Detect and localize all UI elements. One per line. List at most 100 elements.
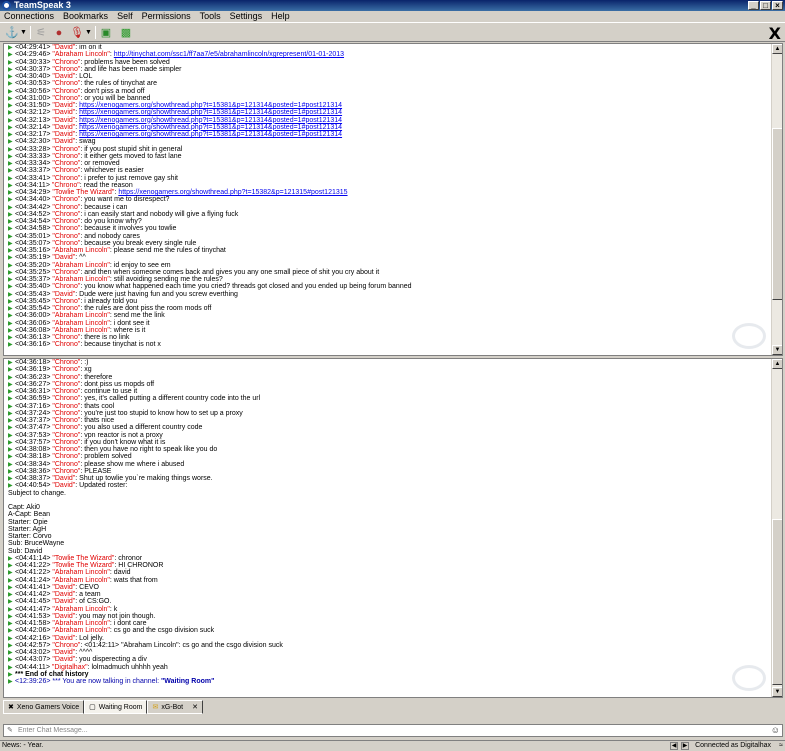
message-text: : swag <box>75 138 96 146</box>
timestamp: <04:38:37> <box>15 475 51 482</box>
message-text: : don't piss a mod off <box>80 87 145 95</box>
nickname: "Chrono" <box>52 453 81 461</box>
nickname: "David" <box>52 475 76 482</box>
message-link[interactable]: https://xenogamers.org/showthread.php?t=… <box>79 109 342 116</box>
message-link[interactable]: https://xenogamers.org/showthread.php?t=… <box>79 102 342 109</box>
timestamp: <04:29:41> <box>15 44 51 51</box>
mute-dropdown-icon[interactable]: ▼ <box>85 25 92 40</box>
chat-line: ▶ <04:33:37> "Chrono": whichever is easie… <box>8 167 771 174</box>
connect-icon[interactable]: ⚓ <box>4 25 20 40</box>
timestamp: <04:33:33> <box>15 152 51 160</box>
menu-self[interactable]: Self <box>113 11 138 22</box>
chat-input[interactable]: ✎ Enter Chat Message... ☺ <box>3 724 783 737</box>
timestamp: <04:35:54> <box>15 305 51 312</box>
close-button[interactable]: × <box>772 1 783 10</box>
message-text: : PLEASE <box>80 467 112 475</box>
message-link[interactable]: http://tinychat.com/ssc1/ff7aa7/e5/abrah… <box>114 51 344 58</box>
scroll-thumb[interactable] <box>772 519 782 685</box>
maximize-button[interactable]: □ <box>760 1 771 10</box>
chat-line: ▶ <04:41:24> "Abraham Lincoln": wats that… <box>8 577 771 584</box>
nickname: "Chrono" <box>52 359 81 366</box>
chat-line: Starter: Corvo <box>8 533 771 540</box>
tab-channel[interactable]: ▢ Waiting Room <box>84 700 148 714</box>
channel-settings-icon[interactable]: ▣ <box>98 25 114 40</box>
chat-line: A-Capt: Bean <box>8 511 771 518</box>
nickname: "Chrono" <box>52 334 81 341</box>
chat-line: ▶ <04:37:47> "Chrono": you also used a di… <box>8 424 771 431</box>
message-text: : Updated roster: <box>75 482 128 490</box>
chat-line: ▶ <04:37:57> "Chrono": if you don't know … <box>8 439 771 446</box>
scroll-thumb[interactable] <box>772 128 782 300</box>
timestamp: <04:34:40> <box>15 196 51 204</box>
scroll-up-icon[interactable]: ▲ <box>772 44 782 54</box>
timestamp: <04:35:07> <box>15 239 51 247</box>
emoticon-icon[interactable]: ☺ <box>771 725 780 736</box>
timestamp: <04:37:57> <box>15 438 51 446</box>
message-text: : dont piss us mopds off <box>80 380 155 388</box>
scroll-down-icon[interactable]: ▼ <box>772 345 782 355</box>
connect-dropdown-icon[interactable]: ▼ <box>20 25 27 40</box>
message-text: : if you don't know what it is <box>80 438 166 446</box>
menu-connections[interactable]: Connections <box>0 11 59 22</box>
message-text: : and nobody cares <box>80 232 140 240</box>
timestamp: <04:36:19> <box>15 366 51 374</box>
message-text: : Dude were just having fun and you scre… <box>75 290 238 298</box>
scroll-up-icon[interactable]: ▲ <box>772 359 782 369</box>
chat-line: ▶ <04:30:37> "Chrono": and life has been … <box>8 66 771 73</box>
timestamp: <04:36:16> <box>15 341 51 349</box>
message-text: : still avoiding sending me the rules? <box>109 276 223 283</box>
tab-label: xG-Bot <box>161 703 184 711</box>
chat-line: ▶ *** End of chat history <box>8 671 771 678</box>
scroll-down-icon[interactable]: ▼ <box>772 687 782 697</box>
timestamp: <04:41:24> <box>15 576 51 584</box>
menu-help[interactable]: Help <box>267 11 295 22</box>
timestamp: <04:36:18> <box>15 359 51 366</box>
timestamp: <04:37:53> <box>15 431 51 439</box>
tab-private-chat[interactable]: ✉ xG-Bot ✕ <box>147 700 204 714</box>
nickname: "Chrono" <box>52 283 81 291</box>
nickname: "Abraham Lincoln" <box>52 576 110 584</box>
disconnect-icon[interactable]: ⚟ <box>33 25 49 40</box>
menu-bookmarks[interactable]: Bookmarks <box>59 11 113 22</box>
message-link[interactable]: https://xenogamers.org/showthread.php?t=… <box>79 117 342 124</box>
timestamp: <04:32:12> <box>15 109 51 117</box>
nickname: "Abraham Lincoln" <box>52 261 110 269</box>
nickname: "Chrono" <box>52 203 81 211</box>
mute-microphone-icon[interactable]: 🎙 <box>69 25 85 40</box>
message-text: : david <box>109 569 131 577</box>
away-icon[interactable]: ● <box>51 25 67 40</box>
message-link[interactable]: https://xenogamers.org/showthread.php?t=… <box>79 124 342 131</box>
message-link[interactable]: https://xenogamers.org/showthread.php?t=… <box>79 131 342 138</box>
menu-settings[interactable]: Settings <box>226 11 268 22</box>
news-prev-icon[interactable]: ◀ <box>670 742 678 750</box>
timestamp: <04:34:54> <box>15 218 51 225</box>
contacts-icon[interactable]: ▩ <box>118 25 134 40</box>
menu-permissions[interactable]: Permissions <box>138 11 196 22</box>
message-text: : k <box>109 605 118 613</box>
news-next-icon[interactable]: ▶ <box>681 742 689 750</box>
nickname: "David" <box>52 591 76 598</box>
chat-line: ▶ <04:29:41> "David": im on it <box>8 44 771 51</box>
menu-tools[interactable]: Tools <box>196 11 226 22</box>
close-tab-icon[interactable]: ✕ <box>192 703 198 711</box>
timestamp: <04:36:23> <box>15 373 51 381</box>
chat-line: ▶ <04:36:08> "Abraham Lincoln": where is … <box>8 327 771 334</box>
nickname: "Chrono" <box>52 145 81 153</box>
chat-history-end: *** End of chat history <box>15 670 89 678</box>
nickname: "David" <box>52 123 76 131</box>
message-text: : i dont see it <box>109 319 150 327</box>
scrollbar-top[interactable]: ▲ ▼ <box>771 44 782 355</box>
timestamp: <04:41:14> <box>15 554 51 562</box>
timestamp: <04:37:16> <box>15 402 51 410</box>
message-text: : because tinychat is not x <box>80 341 161 349</box>
message-text: : continue to use it <box>80 388 138 395</box>
chat-line: ▶ <04:35:16> "Abraham Lincoln": please se… <box>8 247 771 254</box>
message-link[interactable]: https://xenogamers.org/showthread.php?t=… <box>118 189 347 196</box>
chat-line: ▶ <04:36:31> "Chrono": continue to use it <box>8 388 771 395</box>
tab-server[interactable]: ✖ Xeno Gamers Voice <box>3 700 85 714</box>
message-text: : problem solved <box>80 453 132 461</box>
minimize-button[interactable]: _ <box>748 1 759 10</box>
scrollbar-bottom[interactable]: ▲ ▼ <box>771 359 782 697</box>
timestamp: <04:30:33> <box>15 58 51 66</box>
title-bar: TeamSpeak 3 _ □ × <box>0 0 785 11</box>
